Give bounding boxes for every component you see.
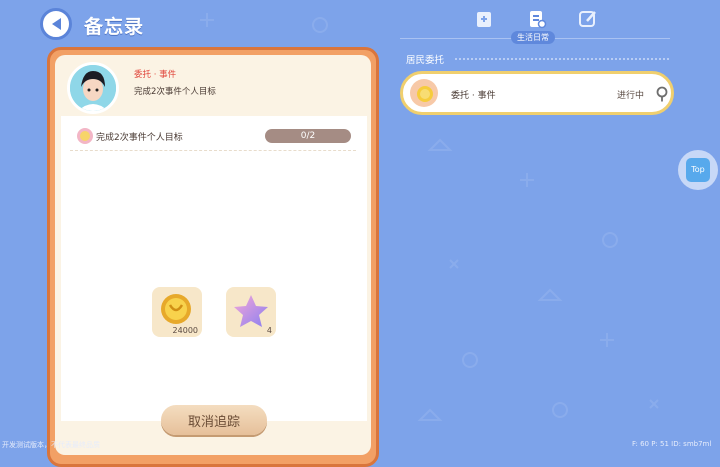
location-pin-icon[interactable] [655, 86, 669, 102]
task-type-label: 委托 · 事件 [134, 70, 177, 80]
objective-text: 完成2次事件个人目标 [96, 133, 183, 143]
objective-progress-bar: 0/2 [265, 129, 351, 143]
top-button[interactable]: Top [678, 150, 718, 190]
progress-text: 0/2 [300, 131, 316, 141]
page-title: 备忘录 [84, 16, 145, 38]
top-button-label: Top [686, 158, 710, 182]
reward-count: 24000 [172, 326, 198, 335]
section-divider [455, 58, 669, 60]
objective-row: 完成2次事件个人目标 0/2 [70, 124, 356, 151]
reward-count: 4 [266, 326, 272, 335]
tab-book-icon[interactable] [474, 9, 494, 29]
tab-daily-icon[interactable] [527, 9, 547, 29]
version-watermark: 开发测试版本，不代表最终品质 [2, 441, 100, 449]
task-list-item[interactable]: 委托 · 事件 进行中 [400, 71, 674, 115]
back-button[interactable] [40, 8, 72, 40]
reward-item-star[interactable]: 4 [226, 287, 276, 337]
task-card-body [61, 116, 367, 421]
tab-edit-icon[interactable] [578, 9, 598, 29]
reward-item-coin[interactable]: 24000 [152, 287, 202, 337]
task-coin-icon [410, 79, 438, 107]
npc-avatar [67, 62, 119, 114]
objective-badge-icon [77, 128, 93, 144]
task-item-status: 进行中 [617, 91, 645, 101]
cancel-tracking-button[interactable]: 取消追踪 [161, 405, 267, 435]
section-label: 居民委托 [406, 55, 445, 66]
task-item-label: 委托 · 事件 [451, 91, 496, 101]
debug-stats: F: 60 P: 51 ID: smb7ml [632, 440, 712, 448]
task-description: 完成2次事件个人目标 [134, 87, 216, 97]
tab-active-label[interactable]: 生活日常 [511, 31, 555, 44]
